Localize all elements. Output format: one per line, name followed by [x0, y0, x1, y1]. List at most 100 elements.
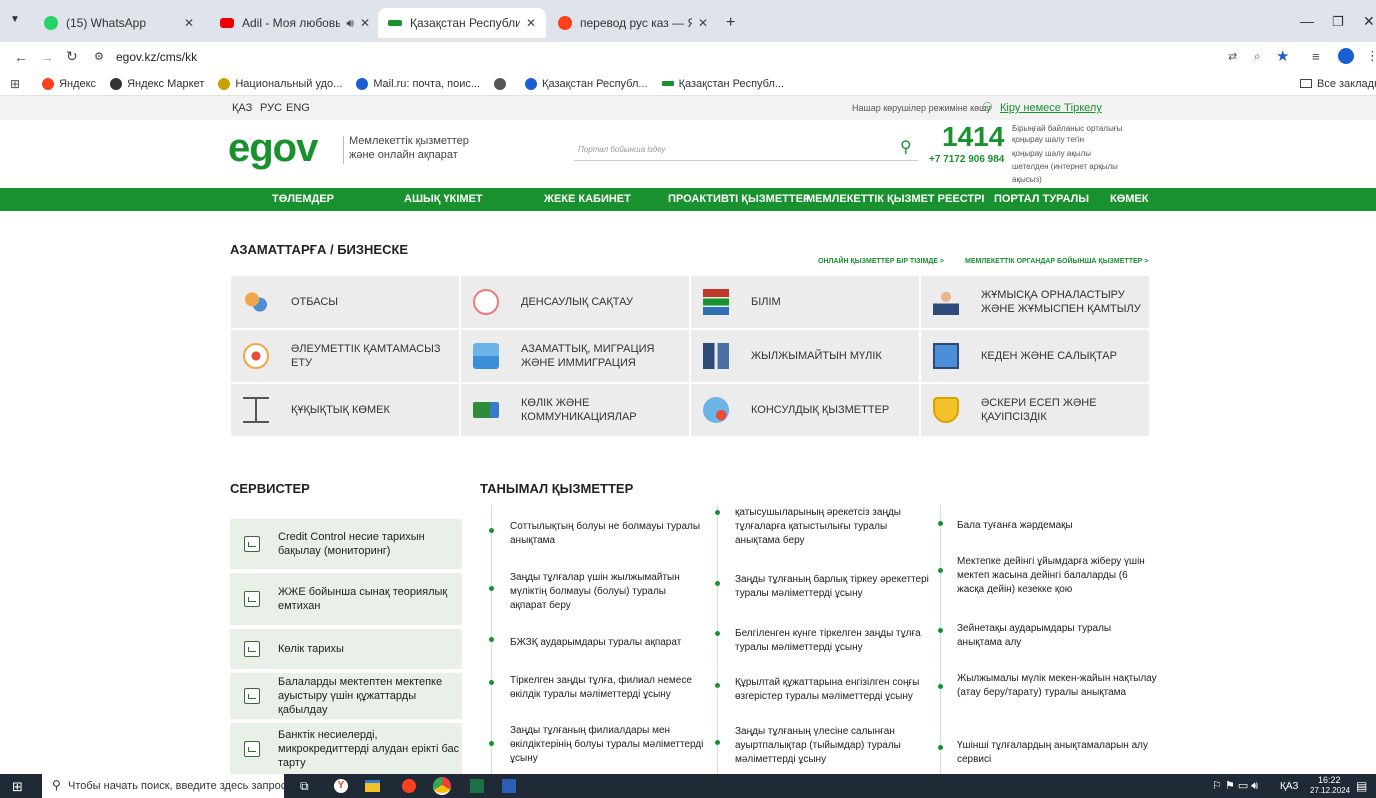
category-military[interactable]: ӘСКЕРИ ЕСЕП ЖӘНЕ ҚАУІПСІЗДІК	[921, 384, 1149, 436]
lang-en[interactable]: ENG	[286, 102, 310, 114]
taskbar-search-input[interactable]: Чтобы начать поиск, введите здесь запрос	[68, 780, 286, 792]
popular-service-link[interactable]: Мектепке дейінгі ұйымдарға жіберу үшін м…	[957, 555, 1157, 597]
popular-service-link[interactable]: Белгіленген күнге тіркелген заңды тұлға …	[735, 627, 930, 655]
excel-icon[interactable]	[470, 779, 484, 793]
taskbar-search-box[interactable]: ⚲ Чтобы начать поиск, введите здесь запр…	[42, 774, 286, 798]
login-link[interactable]: Кіру немесе Тіркелу	[1000, 102, 1102, 114]
back-icon[interactable]: ←	[14, 49, 28, 65]
url-field[interactable]: egov.kz/cms/kk	[116, 50, 197, 64]
category-real-estate[interactable]: ЖЫЛЖЫМАЙТЫН МҮЛІК	[691, 330, 919, 382]
search-icon[interactable]: ⚲	[900, 137, 912, 157]
profile-avatar[interactable]	[1338, 48, 1354, 64]
notifications-icon[interactable]: ▤	[1356, 779, 1367, 793]
reload-icon[interactable]: ↻	[66, 48, 78, 65]
popular-service-link[interactable]: Соттылықтың болуы не болмауы туралы анық…	[510, 520, 705, 548]
service-item[interactable]: Банктік несиелерді, микрокредиттерді алу…	[230, 723, 462, 774]
popular-service-link[interactable]: Жылжымалы мүлік мекен-жайын нақтылау (ат…	[957, 672, 1157, 700]
close-tab-icon[interactable]: ✕	[698, 16, 708, 30]
yandex-icon[interactable]	[402, 779, 416, 793]
yandex-browser-icon[interactable]: Y	[334, 779, 348, 793]
nav-service-registry[interactable]: МЕМЛЕКЕТТІК ҚЫЗМЕТ РЕЕСТРІ	[806, 188, 984, 211]
phone-short[interactable]: 1414	[942, 120, 1004, 154]
clock-time[interactable]: 16:22	[1318, 775, 1341, 785]
search-input[interactable]: Портал бойынша іздеу	[578, 145, 665, 154]
category-transport[interactable]: КӨЛІК ЖӘНЕ КОММУНИКАЦИЯЛАР	[461, 384, 689, 436]
nav-personal-cabinet[interactable]: ЖЕКЕ КАБИНЕТ	[544, 188, 631, 211]
popular-service-link[interactable]: Бала туғанға жәрдемақы	[957, 519, 1157, 533]
apps-grid-icon[interactable]: ⊞	[10, 77, 20, 91]
file-explorer-icon[interactable]	[365, 780, 380, 792]
close-tab-icon[interactable]: ✕	[360, 16, 370, 30]
service-item[interactable]: Көлік тарихы	[230, 629, 462, 669]
close-tab-icon[interactable]: ✕	[184, 16, 194, 30]
egov-logo[interactable]: egov	[228, 124, 318, 172]
popular-service-link[interactable]: Тіркелген заңды тұлға, филиал немесе өкі…	[510, 674, 705, 702]
category-education[interactable]: БІЛІМ	[691, 276, 919, 328]
audio-icon[interactable]: 🔊︎	[346, 16, 354, 31]
site-info-icon[interactable]: ⚙	[94, 50, 104, 63]
nav-proactive-services[interactable]: ПРОАКТИВТІ ҚЫЗМЕТТЕР	[668, 188, 810, 211]
service-item[interactable]: Credit Control несие тарихын бақылау (мо…	[230, 519, 462, 569]
bookmark-item[interactable]: Яндекс	[42, 77, 96, 90]
all-bookmarks[interactable]: Все закладки	[1300, 78, 1376, 90]
bookmark-item[interactable]	[494, 77, 511, 90]
popular-service-link[interactable]: қатысушыларының әрекетсіз заңды тұлғалар…	[735, 506, 930, 548]
low-vision-link[interactable]: Нашар көрушілер режиміне көшу	[852, 103, 991, 113]
tab-youtube[interactable]: Adil - Моя любовь | Lyric V 🔊︎ ✕	[210, 8, 380, 38]
service-item[interactable]: Балаларды мектептен мектепке ауыстыру үш…	[230, 673, 462, 719]
bookmark-star-icon[interactable]: ★	[1276, 47, 1289, 65]
close-window-icon[interactable]: ✕	[1363, 13, 1375, 30]
menu-kebab-icon[interactable]: ⋮	[1366, 48, 1376, 64]
category-legal-aid[interactable]: ҚҰҚЫҚТЫҚ КӨМЕК	[231, 384, 459, 436]
word-icon[interactable]	[502, 779, 516, 793]
nav-help[interactable]: КӨМЕК	[1110, 188, 1148, 211]
task-view-icon[interactable]: ⧉	[300, 779, 309, 794]
bookmark-item[interactable]: Яндекс Маркет	[110, 77, 204, 90]
popular-service-link[interactable]: Заңды тұлғаның филиалдары мен өкілдіктер…	[510, 724, 705, 766]
category-health[interactable]: ДЕНСАУЛЫҚ САҚТАУ	[461, 276, 689, 328]
popular-service-link[interactable]: БЖЗҚ аударымдары туралы ақпарат	[510, 636, 705, 650]
online-services-link[interactable]: ОНЛАЙН ҚЫЗМЕТТЕР БІР ТІЗІМДЕ >	[818, 258, 944, 265]
minimize-icon[interactable]: —	[1300, 13, 1314, 29]
new-tab-icon[interactable]: +	[726, 14, 735, 32]
category-family[interactable]: ОТБАСЫ	[231, 276, 459, 328]
tab-yandex[interactable]: перевод рус каз — Яндекс: на ✕	[548, 8, 718, 38]
nav-payments[interactable]: ТӨЛЕМДЕР	[272, 188, 334, 211]
category-social[interactable]: ӘЛЕУМЕТТІК ҚАМТАМАСЫЗ ЕТУ	[231, 330, 459, 382]
input-language[interactable]: ҚАЗ	[1280, 781, 1298, 792]
category-migration[interactable]: АЗАМАТТЫҚ, МИГРАЦИЯ ЖӘНЕ ИММИГРАЦИЯ	[461, 330, 689, 382]
service-item[interactable]: ЖЖЕ бойынша сынақ теориялық емтихан	[230, 573, 462, 625]
reading-list-icon[interactable]: ≡	[1312, 49, 1320, 64]
popular-service-link[interactable]: Заңды тұлғаның барлық тіркеу әрекеттері …	[735, 573, 930, 601]
popular-service-link[interactable]: Құрылтай құжаттарына енгізілген соңғы өз…	[735, 676, 930, 704]
category-employment[interactable]: ЖҰМЫСҚА ОРНАЛАСТЫРУ ЖӘНЕ ЖҰМЫСПЕН ҚАМТЫЛ…	[921, 276, 1149, 328]
windows-start-icon[interactable]: ⊞	[12, 779, 23, 795]
nav-open-government[interactable]: АШЫҚ ҮКІМЕТ	[404, 188, 483, 211]
phone-long[interactable]: +7 7172 906 984	[929, 154, 1004, 165]
popular-service-link[interactable]: Заңды тұлғалар үшін жылжымайтын мүліктің…	[510, 571, 705, 613]
tab-egov[interactable]: Қазақстан Республикасының ✕	[378, 8, 546, 38]
tab-whatsapp[interactable]: (15) WhatsApp ✕	[34, 8, 204, 38]
system-tray-icons[interactable]: ⚐ ⚑ ▭ 🔊︎	[1212, 779, 1258, 793]
category-consular[interactable]: КОНСУЛДЫҚ ҚЫЗМЕТТЕР	[691, 384, 919, 436]
bookmark-item[interactable]: Қазақстан Республ...	[525, 77, 648, 90]
translate-icon[interactable]: ⇄	[1228, 50, 1237, 63]
clock-date[interactable]: 27.12.2024	[1310, 786, 1350, 795]
chrome-icon[interactable]	[433, 777, 451, 795]
popular-service-link[interactable]: Үшінші тұлғалардың анықтамаларын алу сер…	[957, 739, 1157, 767]
close-tab-icon[interactable]: ✕	[526, 16, 536, 30]
bookmark-item[interactable]: Қазақстан Республ...	[661, 78, 784, 90]
maximize-icon[interactable]: ❐	[1332, 14, 1344, 30]
search-box[interactable]: Портал бойынша іздеу ⚲	[574, 137, 918, 161]
tab-list-chevron-icon[interactable]: ▼	[10, 14, 20, 25]
lang-kz[interactable]: ҚАЗ	[232, 102, 252, 114]
lang-ru[interactable]: РУС	[260, 102, 282, 114]
zoom-icon[interactable]: ⌕	[1254, 49, 1261, 64]
popular-service-link[interactable]: Заңды тұлғаның үлесіне салынған ауыртпал…	[735, 725, 930, 767]
bookmark-item[interactable]: Mail.ru: почта, поис...	[356, 77, 480, 90]
gov-bodies-services-link[interactable]: МЕМЛЕКЕТТІК ОРГАНДАР БОЙЫНША ҚЫЗМЕТТЕР >	[965, 258, 1148, 265]
forward-icon[interactable]: →	[40, 49, 54, 65]
nav-about[interactable]: ПОРТАЛ ТУРАЛЫ	[994, 188, 1089, 211]
bookmark-item[interactable]: Национальный удо...	[218, 77, 342, 90]
category-customs[interactable]: КЕДЕН ЖӘНЕ САЛЫҚТАР	[921, 330, 1149, 382]
